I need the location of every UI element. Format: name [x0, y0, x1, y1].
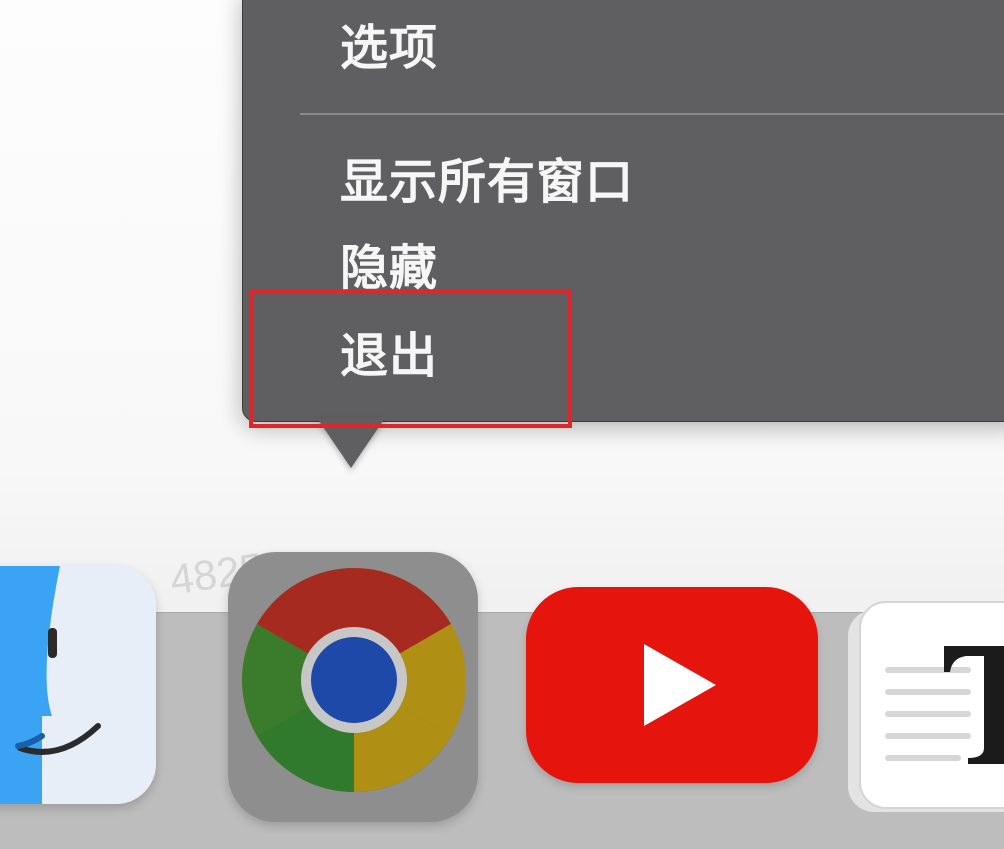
finder-icon[interactable]	[0, 566, 156, 804]
menu-item-quit[interactable]: 退出	[340, 328, 438, 384]
menu-item-show-all-windows[interactable]: 显示所有窗口	[340, 154, 634, 210]
youtube-icon[interactable]	[526, 587, 818, 783]
menu-separator	[300, 113, 1004, 115]
typora-icon[interactable]	[848, 600, 1004, 820]
chrome-icon[interactable]	[228, 552, 478, 822]
context-menu-pointer	[317, 418, 385, 468]
menu-item-hide[interactable]: 隐藏	[340, 240, 438, 296]
menu-item-options[interactable]: 选项	[340, 20, 438, 76]
